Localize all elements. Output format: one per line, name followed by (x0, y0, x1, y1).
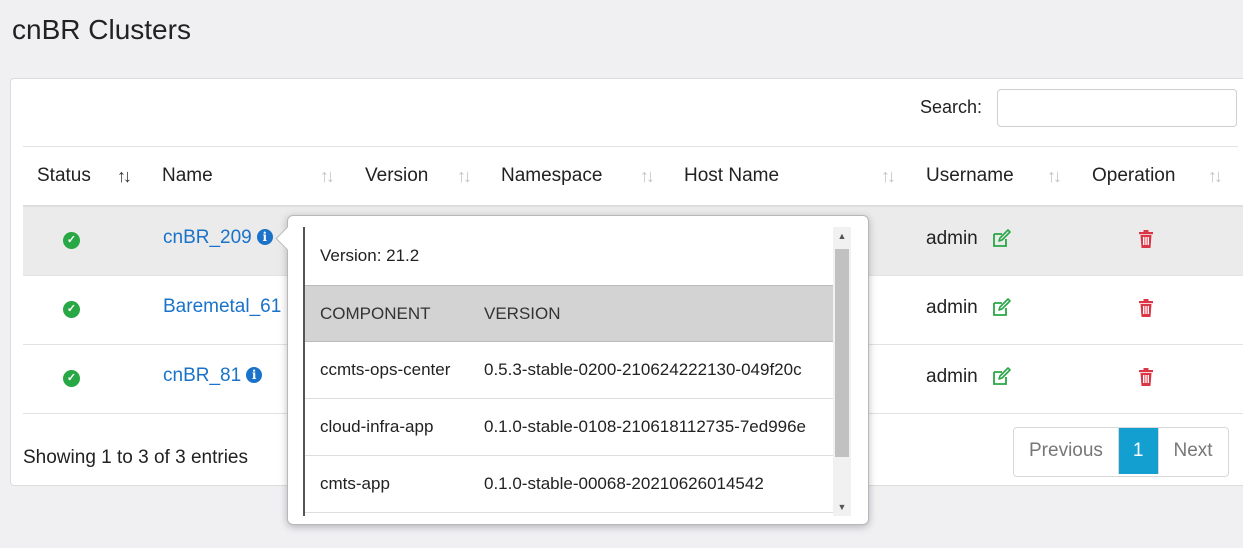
popover-version: Version: 21.2 (320, 246, 420, 265)
component-version: 0.1.0-stable-00068-20210626014542 (484, 474, 764, 493)
search-label: Search: (920, 97, 983, 117)
sort-icon[interactable]: ↑↓ (881, 147, 896, 205)
column-header-component-version: VERSION (484, 304, 561, 323)
username: admin (926, 366, 978, 387)
column-header-name[interactable]: Name (162, 147, 213, 205)
sort-icon[interactable]: ↑↓ (640, 147, 655, 205)
sort-icon[interactable]: ↑↓ (1208, 147, 1223, 205)
column-header-host-name[interactable]: Host Name (684, 147, 779, 205)
version-popover: Version: 21.2 COMPONENT VERSION ccmts-op… (275, 215, 869, 525)
table-info: Showing 1 to 3 of 3 entries (23, 447, 248, 468)
check-circle-icon: ✓ (63, 232, 80, 249)
previous-page-button[interactable]: Previous (1014, 428, 1118, 474)
sort-icon[interactable]: ↑↓ (457, 147, 472, 205)
component-row: cmts-app 0.1.0-stable-00068-202106260145… (305, 456, 834, 513)
sort-icon[interactable]: ↑↓ (117, 147, 132, 205)
component-row: ccmts-ops-center 0.5.3-stable-0200-21062… (305, 342, 834, 399)
scroll-up-arrow-icon[interactable]: ▲ (833, 227, 851, 245)
cluster-name-link[interactable]: cnBR_209 i (163, 227, 273, 249)
cluster-name[interactable]: cnBR_209 (163, 227, 252, 248)
component-version: 0.5.3-stable-0200-210624222130-049f20c (484, 360, 802, 379)
column-header-version[interactable]: Version (365, 147, 428, 205)
component-name: ccmts-ops-center (320, 360, 451, 379)
column-header-namespace[interactable]: Namespace (501, 147, 602, 205)
column-header-operation[interactable]: Operation (1092, 147, 1175, 205)
column-header-username[interactable]: Username (926, 147, 1014, 205)
next-page-button[interactable]: Next (1157, 428, 1228, 474)
pagination: Previous 1 Next (1013, 427, 1229, 477)
info-circle-icon[interactable]: i (246, 367, 263, 383)
component-row: cloud-infra-app 0.1.0-stable-0108-210618… (305, 399, 834, 456)
components-table-header: COMPONENT VERSION (305, 285, 834, 342)
username: admin (926, 228, 978, 249)
search-input[interactable] (997, 89, 1237, 127)
edit-icon[interactable] (991, 229, 1011, 249)
cluster-name[interactable]: Baremetal_61 (163, 296, 281, 317)
column-header-status[interactable]: Status (37, 147, 91, 205)
components-table: COMPONENT VERSION ccmts-ops-center 0.5.3… (305, 285, 834, 513)
page-title: cnBR Clusters (12, 14, 191, 45)
trash-icon[interactable] (1138, 368, 1154, 386)
scrollbar-thumb[interactable] (835, 249, 849, 457)
edit-icon[interactable] (991, 367, 1011, 387)
page-button-1[interactable]: 1 (1117, 428, 1158, 474)
popover-scrollbar[interactable]: ▲ ▼ (833, 227, 851, 516)
sort-icon[interactable]: ↑↓ (320, 147, 335, 205)
popover-content: Version: 21.2 COMPONENT VERSION ccmts-op… (303, 227, 834, 516)
cluster-name[interactable]: cnBR_81 (163, 365, 241, 386)
check-circle-icon: ✓ (63, 370, 80, 387)
component-version: 0.1.0-stable-0108-210618112735-7ed996e (484, 417, 807, 436)
scroll-down-arrow-icon[interactable]: ▼ (833, 498, 851, 516)
cluster-name-link[interactable]: cnBR_81 i (163, 365, 263, 387)
sort-icon[interactable]: ↑↓ (1047, 147, 1062, 205)
edit-icon[interactable] (991, 298, 1011, 318)
column-header-component: COMPONENT (320, 304, 431, 323)
username: admin (926, 297, 978, 318)
info-circle-icon[interactable]: i (256, 229, 273, 245)
trash-icon[interactable] (1138, 230, 1154, 248)
cluster-name-link[interactable]: Baremetal_61 (163, 296, 281, 318)
check-circle-icon: ✓ (63, 301, 80, 318)
table-header: Status ↑↓ Name ↑↓ Version ↑↓ Namespace ↑… (23, 147, 1243, 207)
trash-icon[interactable] (1138, 299, 1154, 317)
component-name: cmts-app (320, 474, 390, 493)
component-name: cloud-infra-app (320, 417, 434, 436)
